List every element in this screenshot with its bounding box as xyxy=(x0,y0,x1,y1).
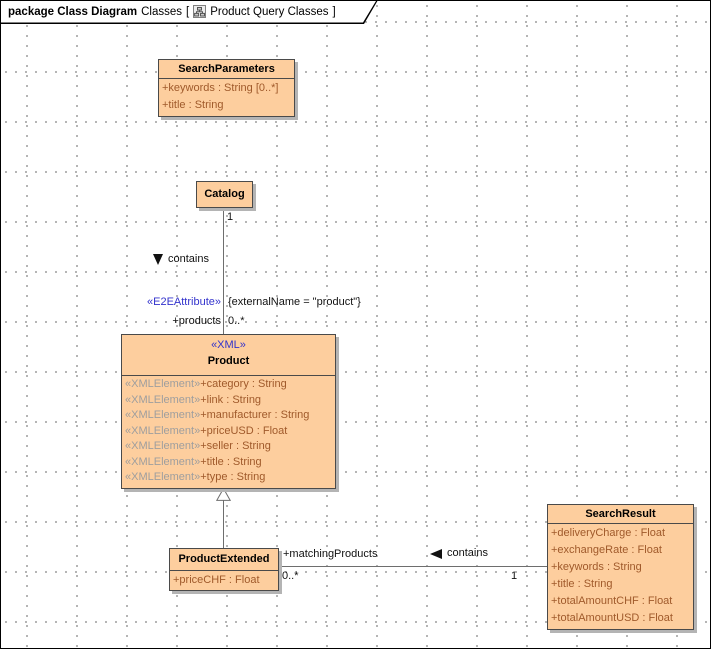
association-line-catalog-product[interactable] xyxy=(223,209,224,334)
diagram-canvas[interactable]: package Class Diagram Classes [ Product … xyxy=(0,0,711,649)
multiplicity-catalog-end[interactable]: 1 xyxy=(227,211,233,224)
role-matchingproducts[interactable]: +matchingProducts xyxy=(283,548,377,561)
attribute-row: +deliveryCharge : Float xyxy=(551,525,690,542)
association-constraint-externalname[interactable]: {externalName = "product"} xyxy=(228,296,361,309)
class-searchresult[interactable]: SearchResult +deliveryCharge : Float +ex… xyxy=(547,504,694,630)
attribute-row: «XMLElement»+manufacturer : String xyxy=(125,408,332,424)
attribute-row: «XMLElement»+title : String xyxy=(125,455,332,471)
class-title: Catalog xyxy=(197,182,252,207)
class-title: SearchResult xyxy=(548,505,693,523)
attribute-row: «XMLElement»+priceUSD : Float xyxy=(125,424,332,440)
diagram-name: Product Query Classes xyxy=(210,6,328,18)
multiplicity-searchresult-end[interactable]: 1 xyxy=(511,570,517,583)
attribute-row: +totalAmountCHF : Float xyxy=(551,593,690,610)
attribute-row: «XMLElement»+seller : String xyxy=(125,439,332,455)
direction-arrow-down-icon xyxy=(153,254,163,265)
attribute-row: +priceCHF : Float xyxy=(173,572,275,588)
attribute-row: +keywords : String xyxy=(551,559,690,576)
diagram-kind-label: package Class Diagram xyxy=(8,6,137,18)
association-name-contains-2[interactable]: contains xyxy=(430,547,488,560)
class-stereotype: «XML» xyxy=(127,338,330,353)
attribute-row: «XMLElement»+type : String xyxy=(125,470,332,486)
class-title: SearchParameters xyxy=(159,60,294,78)
direction-arrow-left-icon xyxy=(430,549,442,559)
generalization-line-productextended-product[interactable] xyxy=(223,500,224,548)
attribute-row: +title : String xyxy=(551,576,690,593)
package-name: Classes xyxy=(141,6,182,18)
association-name-contains-1[interactable]: contains xyxy=(153,253,209,266)
association-line-searchresult-productextended[interactable] xyxy=(280,566,547,567)
attribute-row: «XMLElement»+category : String xyxy=(125,377,332,393)
class-title: ProductExtended xyxy=(170,549,278,570)
role-products[interactable]: +products xyxy=(141,315,221,328)
class-productextended[interactable]: ProductExtended +priceCHF : Float xyxy=(169,548,279,591)
attribute-row: «XMLElement»+link : String xyxy=(125,393,332,409)
attribute-row: +totalAmountUSD : Float xyxy=(551,610,690,627)
multiplicity-products-end[interactable]: 0..* xyxy=(228,315,245,328)
association-stereotype-e2eattribute[interactable]: «E2EAttribute» xyxy=(113,296,221,309)
attribute-row: +exchangeRate : Float xyxy=(551,542,690,559)
class-catalog[interactable]: Catalog xyxy=(196,181,253,208)
multiplicity-matchingproducts-end[interactable]: 0..* xyxy=(282,570,299,583)
attribute-row: +keywords : String [0..*] xyxy=(162,80,291,97)
class-product[interactable]: «XML» Product «XMLElement»+category : St… xyxy=(121,334,336,489)
frame-header-tab: package Class Diagram Classes [ Product … xyxy=(0,0,378,24)
class-diagram-icon xyxy=(193,5,206,18)
class-searchparameters[interactable]: SearchParameters +keywords : String [0..… xyxy=(158,59,295,117)
attribute-row: +title : String xyxy=(162,97,291,114)
close-bracket: ] xyxy=(332,6,335,18)
open-bracket: [ xyxy=(186,6,189,18)
class-title: Product xyxy=(127,353,330,370)
generalization-arrow-icon xyxy=(216,488,231,501)
